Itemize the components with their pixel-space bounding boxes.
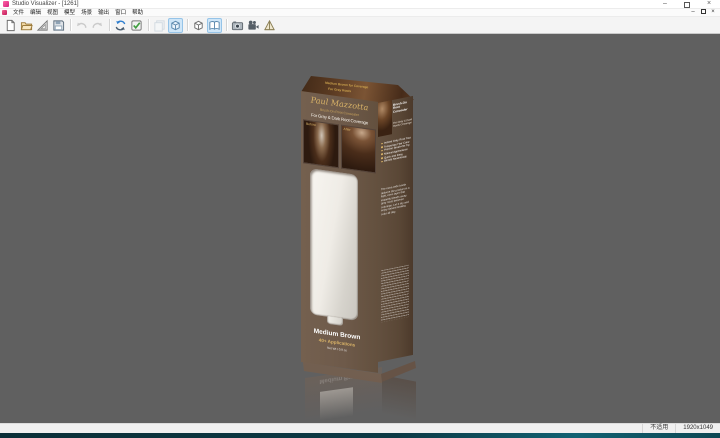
- preferences-button[interactable]: [129, 18, 144, 33]
- app-logo-icon: [3, 1, 9, 7]
- close-button[interactable]: ×: [698, 0, 720, 9]
- show-3d-box-icon: [169, 19, 182, 32]
- import-structure-icon: [36, 19, 49, 32]
- menu-view[interactable]: 视图: [44, 9, 61, 17]
- box-outline-button[interactable]: [191, 18, 206, 33]
- carton-window-tab: [327, 316, 343, 326]
- status-resolution: 1920x1049: [675, 424, 720, 433]
- mdi-window-controls: – ×: [688, 9, 720, 17]
- side-fineprint-block: [381, 265, 409, 323]
- open-book-icon: [208, 19, 221, 32]
- studio-visualizer-window: Studio Visualizer - [1261] – × 文件 编辑 视图 …: [0, 0, 720, 438]
- box-reflection-text: Medium Brown: [305, 370, 377, 386]
- main-toolbar: [0, 17, 720, 34]
- menu-bar: 文件 编辑 视图 模型 场景 输出 窗口 帮助 – ×: [0, 9, 720, 17]
- record-movie-button[interactable]: [246, 18, 261, 33]
- import-structure-button[interactable]: [35, 18, 50, 33]
- mdi-restore-icon: [701, 9, 706, 14]
- record-movie-icon: [247, 19, 260, 32]
- menu-file[interactable]: 文件: [10, 9, 27, 17]
- maximize-icon: [684, 2, 690, 8]
- minimize-button[interactable]: –: [654, 0, 676, 9]
- toolbar-separator: [187, 19, 188, 31]
- status-bar: 不适用 1920x1049: [0, 423, 720, 433]
- window-title: Studio Visualizer - [1261]: [12, 0, 79, 9]
- status-na: 不适用: [642, 424, 675, 433]
- side-panel-photo: [378, 100, 392, 137]
- before-after-photos: Before After: [303, 119, 376, 173]
- box-reflection-side: [382, 375, 416, 423]
- menu-help[interactable]: 帮助: [129, 9, 146, 17]
- update-artwork-icon: [114, 19, 127, 32]
- side-heading: Brush-On Root Concealer: [393, 100, 412, 114]
- after-label: After: [344, 127, 351, 132]
- open-book-button[interactable]: [207, 18, 222, 33]
- update-artwork-button[interactable]: [113, 18, 128, 33]
- menu-scene[interactable]: 场景: [78, 9, 95, 17]
- show-3d-box-button[interactable]: [168, 18, 183, 33]
- open-folder-icon: [20, 19, 33, 32]
- box-outline-icon: [192, 19, 205, 32]
- snapshot-camera-icon: [231, 19, 244, 32]
- window-controls: – ×: [654, 0, 720, 9]
- pages-icon: [153, 19, 166, 32]
- new-document-button[interactable]: [3, 18, 18, 33]
- toolbar-separator: [148, 19, 149, 31]
- after-photo: After: [341, 125, 377, 174]
- box-side-face: Brush-On Root Concealer For Gray & Dark …: [378, 96, 413, 362]
- new-document-icon: [4, 19, 17, 32]
- box-reflection-front: Medium Brown: [305, 367, 382, 423]
- mdi-restore-button[interactable]: [698, 9, 708, 17]
- export-button[interactable]: [262, 18, 277, 33]
- lid-text-line-2: For Gray Roots: [328, 87, 351, 93]
- maximize-button[interactable]: [676, 0, 698, 9]
- product-box-scene: Medium Brown Paul Mazzotta Medium Brown …: [295, 70, 430, 423]
- pages-button: [152, 18, 167, 33]
- side-bullet-list: Instant Gray Root Touch-Up Temporary Hai…: [381, 136, 411, 164]
- menu-edit[interactable]: 编辑: [27, 9, 44, 17]
- side-paragraph: The extra wide brush delivers the produc…: [381, 182, 410, 216]
- taskbar-edge-strip: [0, 433, 720, 438]
- mdi-minimize-button[interactable]: –: [688, 9, 698, 16]
- snapshot-button[interactable]: [230, 18, 245, 33]
- redo-button: [90, 18, 105, 33]
- menu-output[interactable]: 输出: [95, 9, 112, 17]
- open-button[interactable]: [19, 18, 34, 33]
- save-button[interactable]: [51, 18, 66, 33]
- before-label: Before: [306, 122, 316, 127]
- carton-window-cutout: [310, 168, 358, 321]
- undo-button: [74, 18, 89, 33]
- toolbar-separator: [70, 19, 71, 31]
- viewport-3d[interactable]: Medium Brown Paul Mazzotta Medium Brown …: [0, 34, 720, 423]
- toolbar-separator: [109, 19, 110, 31]
- document-logo-icon: [2, 10, 7, 15]
- undo-icon: [75, 19, 88, 32]
- menu-window[interactable]: 窗口: [112, 9, 129, 17]
- before-photo: Before: [303, 119, 339, 168]
- side-subheading: For Gray & Dark Roots Coverage: [393, 118, 412, 128]
- toolbar-separator: [226, 19, 227, 31]
- box-front-face: Paul Mazzotta Brush-On Root Concealer Fo…: [301, 91, 378, 373]
- box-reflection-window: [320, 387, 352, 423]
- mdi-close-button[interactable]: ×: [708, 9, 718, 16]
- menu-model[interactable]: 模型: [61, 9, 78, 17]
- redo-icon: [91, 19, 104, 32]
- export-pyramid-icon: [263, 19, 276, 32]
- save-icon: [52, 19, 65, 32]
- preferences-check-icon: [130, 19, 143, 32]
